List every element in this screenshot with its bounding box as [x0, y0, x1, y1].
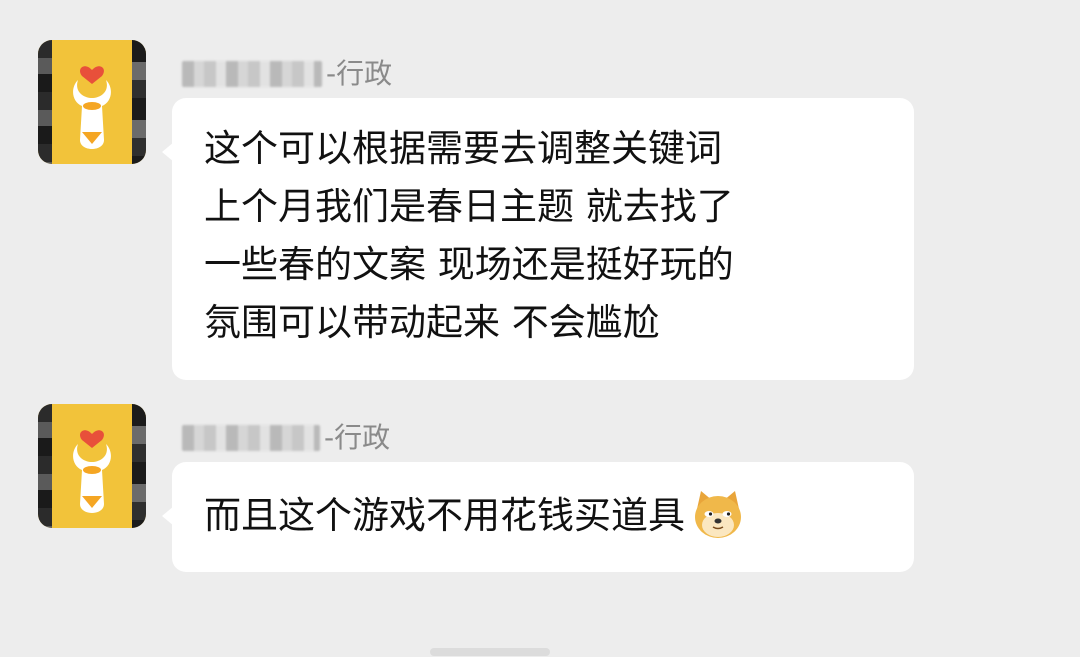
duck-icon	[52, 404, 132, 528]
message-bubble[interactable]: 这个可以根据需要去调整关键词 上个月我们是春日主题 就去找了 一些春的文案 现场…	[162, 98, 914, 380]
message-line: 氛围可以带动起来 不会尴尬	[204, 301, 660, 344]
avatar-mosaic	[132, 404, 146, 528]
sender-name: -行政	[182, 56, 392, 92]
avatar-mosaic	[38, 404, 52, 528]
duck-icon	[52, 40, 132, 164]
message-line: 一些春的文案 现场还是挺好玩的	[204, 243, 734, 286]
chat-window: -行政 这个可以根据需要去调整关键词 上个月我们是春日主题 就去找了 一些春的文…	[0, 0, 1080, 657]
sender-department: -行政	[324, 421, 391, 454]
sender-name: -行政	[182, 420, 390, 456]
message-bubble[interactable]: 而且这个游戏不用花钱买道具	[162, 462, 914, 572]
message-line: 上个月我们是春日主题 就去找了	[204, 185, 734, 228]
sender-department: -行政	[326, 57, 393, 90]
message-line: 而且这个游戏不用花钱买道具	[204, 494, 685, 537]
message-line: 这个可以根据需要去调整关键词	[204, 127, 722, 170]
redacted-name	[182, 425, 320, 451]
avatar-mosaic	[38, 40, 52, 164]
cut-off-element	[430, 648, 550, 656]
doge-icon	[695, 491, 741, 538]
avatar[interactable]	[38, 404, 146, 528]
avatar-mosaic	[132, 40, 146, 164]
redacted-name	[182, 61, 322, 87]
avatar[interactable]	[38, 40, 146, 164]
